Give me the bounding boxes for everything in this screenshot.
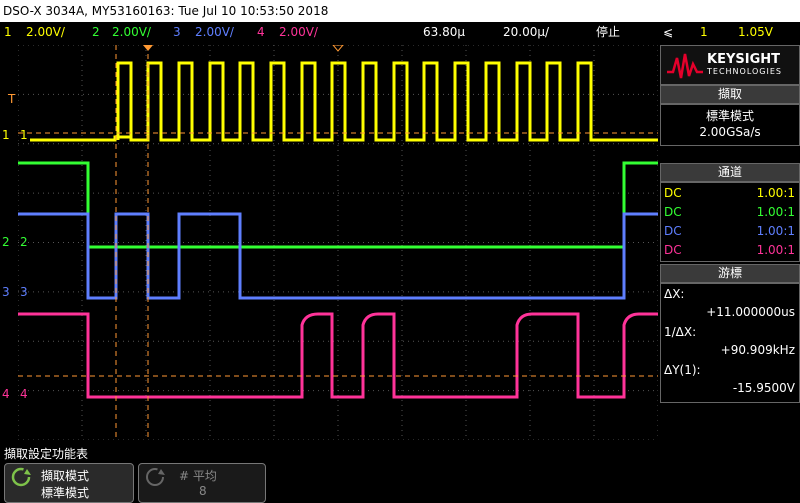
rotate-knob-icon (11, 467, 31, 487)
acquire-mode: 標準模式 (705, 109, 754, 123)
run-state[interactable]: 停止 (596, 22, 620, 42)
softkey2-label: # 平均 (179, 469, 217, 483)
averages-softkey[interactable]: # 平均 8 (138, 463, 266, 503)
acquire-header[interactable]: 擷取 (660, 85, 800, 104)
time-scale[interactable]: 20.00µ/ (503, 22, 549, 42)
channels-header[interactable]: 通道 (660, 163, 800, 182)
brand-sub: TECHNOLOGIES (707, 67, 782, 76)
waveform-display[interactable] (18, 45, 658, 440)
trigger-source[interactable]: 1 (700, 22, 708, 42)
channel-row-1[interactable]: DC 1.00:1 (664, 184, 795, 202)
trigger-level[interactable]: 1.05V (738, 22, 773, 42)
ch4-coupling: DC (664, 243, 682, 257)
inv-dx-label: 1/ΔX: (664, 325, 697, 339)
channel-row-2[interactable]: DC 1.00:1 (664, 203, 795, 221)
ch4-probe-ratio: 1.00:1 (756, 243, 795, 257)
ch3-number[interactable]: 3 (173, 22, 181, 42)
trigger-position-icon (143, 45, 153, 51)
acquire-mode-softkey[interactable]: 擷取模式 標準模式 (4, 463, 134, 503)
acquire-section[interactable]: 標準模式 2.00GSa/s (660, 104, 800, 146)
trigger-edge-icon: ⩽ (663, 25, 674, 39)
title-bar: DSO-X 3034A, MY53160163: Tue Jul 10 10:5… (0, 0, 800, 22)
ch3-ground-marker[interactable]: 3 (2, 285, 10, 299)
time-delay[interactable]: 63.80µ (423, 22, 465, 42)
ch2-coupling: DC (664, 205, 682, 219)
ch4-scale[interactable]: 2.00V/ (279, 22, 318, 42)
title-text: DSO-X 3034A, MY53160163: Tue Jul 10 10:5… (3, 4, 329, 18)
ch4-ground-marker[interactable]: 4 (2, 387, 10, 401)
ch2-probe-ratio: 1.00:1 (756, 205, 795, 219)
cursors-header[interactable]: 游標 (660, 264, 800, 283)
ch3-probe-ratio: 1.00:1 (756, 224, 795, 238)
ch2-number[interactable]: 2 (92, 22, 100, 42)
ch1-coupling: DC (664, 186, 682, 200)
channels-section[interactable]: DC 1.00:1 DC 1.00:1 DC 1.00:1 DC 1.00:1 (660, 182, 800, 262)
cursors-section[interactable]: ΔX: +11.000000us 1/ΔX: +90.909kHz ΔY(1):… (660, 283, 800, 403)
ch1-probe-ratio: 1.00:1 (756, 186, 795, 200)
ch1-ground-marker[interactable]: 1 (2, 128, 10, 142)
dy-value: -15.9500V (732, 381, 795, 395)
ch2-ground-marker[interactable]: 2 (2, 235, 10, 249)
inv-dx-value: +90.909kHz (720, 343, 795, 357)
graticule (18, 45, 658, 440)
sample-rate: 2.00GSa/s (699, 125, 761, 139)
ch1-trace (30, 61, 658, 142)
side-panel: KEYSIGHT TECHNOLOGIES 擷取 標準模式 2.00GSa/s … (660, 45, 800, 440)
dx-label: ΔX: (664, 287, 685, 301)
trigger-marker-icon: T (8, 92, 16, 106)
ch1-number[interactable]: 1 (4, 22, 12, 42)
ch3-coupling: DC (664, 224, 682, 238)
channel-row-4[interactable]: DC 1.00:1 (664, 241, 795, 259)
ch1-scale[interactable]: 2.00V/ (26, 22, 65, 42)
softkey1-label: 擷取模式 (41, 469, 90, 483)
menu-title: 擷取設定功能表 (4, 447, 89, 461)
softkey1-value: 標準模式 (41, 486, 90, 500)
ch3-scale[interactable]: 2.00V/ (195, 22, 234, 42)
dx-value: +11.000000us (706, 305, 795, 319)
rotate-knob-icon (146, 468, 165, 486)
keysight-logo: KEYSIGHT TECHNOLOGIES (660, 45, 800, 85)
status-bar: 1 2.00V/ 2 2.00V/ 3 2.00V/ 4 2.00V/ 63.8… (0, 22, 800, 42)
ch2-scale[interactable]: 2.00V/ (112, 22, 151, 42)
softkey2-value: 8 (199, 484, 207, 498)
ch4-number[interactable]: 4 (257, 22, 265, 42)
channel-row-3[interactable]: DC 1.00:1 (664, 222, 795, 240)
dy-label: ΔY(1): (664, 363, 701, 377)
brand-name: KEYSIGHT (707, 52, 780, 67)
keysight-wave-icon (667, 53, 703, 79)
